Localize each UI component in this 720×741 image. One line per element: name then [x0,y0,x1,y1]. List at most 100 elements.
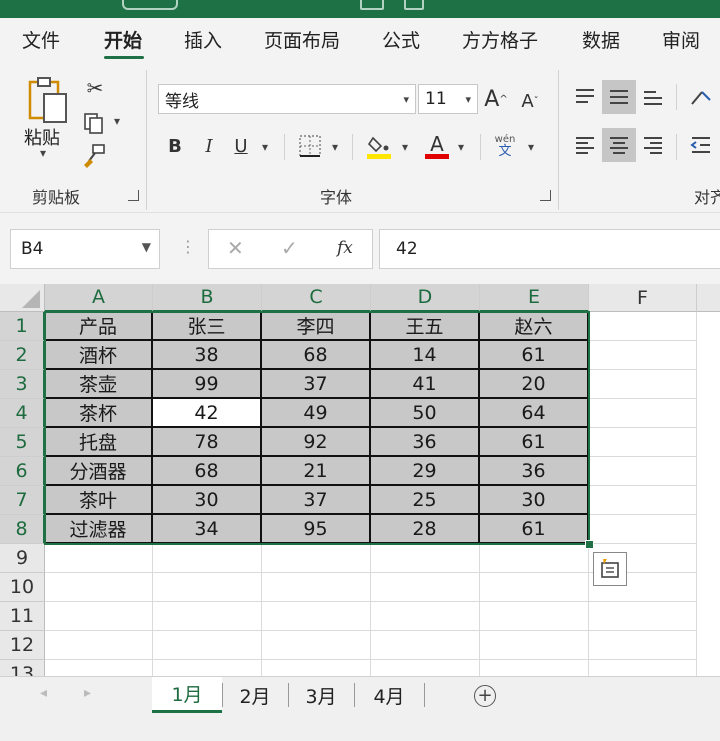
column-header-c[interactable]: C [262,284,371,312]
cell-a11[interactable] [45,602,153,631]
name-box-dropdown-icon[interactable]: ▼ [142,240,151,254]
cut-icon[interactable]: ✂ [84,76,106,100]
copy-dropdown-icon[interactable]: ▾ [114,114,120,128]
cell-c4[interactable]: 49 [262,399,371,428]
cell-c7[interactable]: 37 [262,486,371,515]
fill-color-icon[interactable] [364,130,394,162]
align-left-icon[interactable] [568,128,602,162]
cell-a4[interactable]: 茶杯 [45,399,153,428]
cell-a2[interactable]: 酒杯 [45,341,153,370]
cell-c2[interactable]: 68 [262,341,371,370]
cell-b3[interactable]: 99 [153,370,262,399]
cell-e10[interactable] [480,573,589,602]
tab-data[interactable]: 数据 [582,26,620,53]
save-icon[interactable] [360,0,384,10]
align-middle-icon[interactable] [602,80,636,114]
cell-f11[interactable] [589,602,697,631]
insert-function-icon[interactable]: fx [337,238,353,258]
cell-e12[interactable] [480,631,589,660]
cell-f12[interactable] [589,631,697,660]
cell-f2[interactable] [589,341,697,370]
tab-file[interactable]: 文件 [22,26,60,53]
cell-f7[interactable] [589,486,697,515]
cell-e4[interactable]: 64 [480,399,589,428]
orientation-icon[interactable] [684,80,718,114]
cell-b7[interactable]: 30 [153,486,262,515]
paste-icon[interactable] [24,76,72,124]
borders-dropdown-icon[interactable]: ▾ [332,140,338,154]
fill-handle[interactable] [585,540,594,549]
font-color-icon[interactable]: A [422,130,452,162]
cell-b13[interactable] [153,660,262,676]
cell-f4[interactable] [589,399,697,428]
row-header-7[interactable]: 7 [0,486,45,515]
cell-b8[interactable]: 34 [153,515,262,544]
cell-b1[interactable]: 张三 [153,312,262,341]
row-header-4[interactable]: 4 [0,399,45,428]
row-header-10[interactable]: 10 [0,573,45,602]
select-all-corner[interactable] [0,284,45,312]
paste-dropdown-icon[interactable]: ▾ [40,146,46,160]
cell-e1[interactable]: 赵六 [480,312,589,341]
cell-c3[interactable]: 37 [262,370,371,399]
cell-c10[interactable] [262,573,371,602]
shrink-font-button[interactable]: Aˇ [518,86,542,116]
cell-d11[interactable] [371,602,480,631]
underline-button[interactable]: U [230,132,252,160]
row-header-6[interactable]: 6 [0,457,45,486]
underline-dropdown-icon[interactable]: ▾ [262,140,268,154]
add-sheet-icon[interactable]: + [474,685,496,707]
phonetic-dropdown-icon[interactable]: ▾ [528,140,534,154]
cell-b12[interactable] [153,631,262,660]
cell-f6[interactable] [589,457,697,486]
enter-icon[interactable]: ✓ [281,236,298,260]
row-header-3[interactable]: 3 [0,370,45,399]
cancel-icon[interactable]: ✕ [227,236,244,260]
cell-a6[interactable]: 分酒器 [45,457,153,486]
row-header-11[interactable]: 11 [0,602,45,631]
cell-a1[interactable]: 产品 [45,312,153,341]
align-top-icon[interactable] [568,80,602,114]
worksheet-grid[interactable]: A B C D E F 1 2 3 4 5 6 7 8 9 10 11 12 13 产品 张三 李四 王五 赵六 酒杯 38 68 1… [0,284,720,676]
active-cell[interactable]: 42 [153,399,262,428]
cell-c13[interactable] [262,660,371,676]
font-launcher-icon[interactable] [540,190,551,201]
column-header-b[interactable]: B [153,284,262,312]
cell-e3[interactable]: 20 [480,370,589,399]
tab-insert[interactable]: 插入 [184,26,222,53]
cell-d5[interactable]: 36 [371,428,480,457]
quick-analysis-icon[interactable] [593,552,627,586]
font-size-box[interactable]: 11 ▾ [418,84,478,114]
cell-c11[interactable] [262,602,371,631]
cell-f5[interactable] [589,428,697,457]
cell-b5[interactable]: 78 [153,428,262,457]
fill-color-dropdown-icon[interactable]: ▾ [402,140,408,154]
cell-a9[interactable] [45,544,153,573]
font-color-dropdown-icon[interactable]: ▾ [458,140,464,154]
cell-d12[interactable] [371,631,480,660]
align-center-icon[interactable] [602,128,636,162]
cell-a10[interactable] [45,573,153,602]
cell-b11[interactable] [153,602,262,631]
clipboard-launcher-icon[interactable] [128,190,139,201]
cell-c8[interactable]: 95 [262,515,371,544]
row-header-9[interactable]: 9 [0,544,45,573]
column-header-d[interactable]: D [371,284,480,312]
phonetic-guide-icon[interactable]: wén 文 [490,130,520,162]
copy-icon[interactable] [80,110,110,136]
cell-b2[interactable]: 38 [153,341,262,370]
cell-c9[interactable] [262,544,371,573]
cell-d1[interactable]: 王五 [371,312,480,341]
column-header-e[interactable]: E [480,284,589,312]
cell-a5[interactable]: 托盘 [45,428,153,457]
row-header-12[interactable]: 12 [0,631,45,660]
cell-a3[interactable]: 茶壶 [45,370,153,399]
grow-font-button[interactable]: A ^ [484,84,508,114]
undo-icon[interactable] [404,0,424,10]
tab-formulas[interactable]: 公式 [382,26,420,53]
column-header-extra[interactable] [697,284,720,312]
font-name-dropdown-icon[interactable]: ▾ [403,93,409,106]
cell-d3[interactable]: 41 [371,370,480,399]
scroll-tabs-left-icon[interactable]: ◂ [40,685,47,701]
cell-d8[interactable]: 28 [371,515,480,544]
